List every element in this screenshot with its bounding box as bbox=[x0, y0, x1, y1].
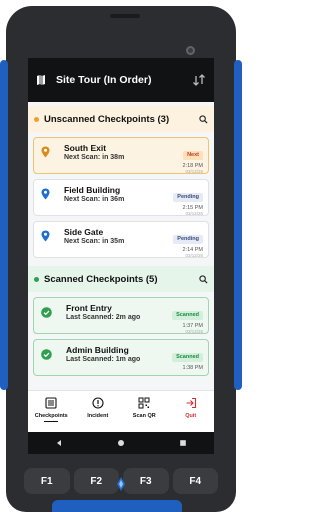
scanned-section-header[interactable]: Scanned Checkpoints (5) bbox=[28, 266, 214, 292]
unscanned-section-header[interactable]: Unscanned Checkpoints (3) bbox=[28, 106, 214, 132]
location-pin-icon bbox=[41, 146, 50, 158]
recents-icon[interactable] bbox=[179, 439, 187, 447]
page-title: Site Tour (In Order) bbox=[56, 74, 152, 86]
checkpoint-date: 03/12/26 bbox=[185, 211, 203, 216]
unscanned-section-title: Unscanned Checkpoints (3) bbox=[44, 113, 170, 125]
sort-icon[interactable] bbox=[192, 73, 206, 87]
map-icon[interactable] bbox=[36, 74, 46, 86]
back-icon[interactable] bbox=[55, 439, 63, 447]
home-icon[interactable] bbox=[117, 439, 125, 447]
status-badge: Scanned bbox=[172, 311, 203, 320]
checkpoint-card[interactable]: Front Entry Last Scanned: 2m ago Scanned… bbox=[33, 297, 209, 334]
nav-incident[interactable]: Incident bbox=[75, 391, 122, 432]
checkpoint-card[interactable]: Field Building Next Scan: in 36m Pending… bbox=[33, 179, 209, 216]
app-header: Site Tour (In Order) bbox=[28, 58, 214, 102]
checkpoint-next-scan: Next Scan: in 38m bbox=[64, 154, 125, 161]
bottom-bumper bbox=[52, 500, 182, 512]
search-icon[interactable] bbox=[199, 114, 208, 124]
location-pin-icon bbox=[41, 188, 50, 200]
nav-label-incident: Incident bbox=[87, 413, 109, 419]
checkpoint-next-scan: Next Scan: in 36m bbox=[64, 196, 125, 203]
active-indicator bbox=[44, 421, 59, 422]
checkpoint-date: 03/12/26 bbox=[185, 169, 203, 174]
qr-code-icon bbox=[138, 397, 150, 409]
bottom-nav: Checkpoints Incident Scan QR Quit bbox=[28, 390, 214, 432]
status-badge: Pending bbox=[173, 193, 203, 202]
checkpoint-name: Side Gate bbox=[64, 227, 104, 237]
checkpoint-card[interactable]: Admin Building Last Scanned: 1m ago Scan… bbox=[33, 339, 209, 376]
scan-trigger-icon[interactable] bbox=[113, 476, 129, 492]
right-side-button[interactable] bbox=[234, 60, 242, 390]
nav-checkpoints[interactable]: Checkpoints bbox=[28, 391, 75, 432]
checkpoint-name: Front Entry bbox=[66, 303, 112, 313]
camera-lens bbox=[186, 46, 195, 55]
status-badge: Pending bbox=[173, 235, 203, 244]
scanned-dot bbox=[34, 276, 39, 282]
f4-key[interactable]: F4 bbox=[172, 468, 218, 494]
checkpoint-card[interactable]: Side Gate Next Scan: in 35m Pending 2:14… bbox=[33, 221, 209, 258]
alert-circle-icon bbox=[92, 397, 104, 409]
f3-key[interactable]: F3 bbox=[123, 468, 169, 494]
speaker-grille bbox=[110, 14, 140, 18]
logout-icon bbox=[186, 397, 196, 409]
location-pin-icon bbox=[41, 230, 50, 242]
check-circle-icon bbox=[41, 349, 52, 360]
nav-scan-qr[interactable]: Scan QR bbox=[121, 391, 168, 432]
checkpoint-time: 1:38 PM bbox=[182, 365, 203, 371]
device-screen: Site Tour (In Order) Unscanned Checkpoin… bbox=[28, 58, 214, 454]
checkpoint-name: Admin Building bbox=[66, 345, 129, 355]
nav-label-quit: Quit bbox=[185, 413, 197, 419]
checkpoint-name: Field Building bbox=[64, 185, 121, 195]
checkpoint-date: 03/12/26 bbox=[185, 329, 203, 334]
system-nav-bar bbox=[28, 432, 214, 454]
search-icon[interactable] bbox=[199, 274, 208, 284]
status-badge: Scanned bbox=[172, 353, 203, 362]
checkpoint-next-scan: Next Scan: in 35m bbox=[64, 238, 125, 245]
list-icon bbox=[45, 397, 57, 409]
left-side-button[interactable] bbox=[0, 60, 8, 390]
status-badge: Next bbox=[183, 151, 203, 160]
checkpoint-last-scanned: Last Scanned: 2m ago bbox=[66, 314, 141, 321]
checkpoint-card[interactable]: South Exit Next Scan: in 38m Next 2:18 P… bbox=[33, 137, 209, 174]
checkpoint-name: South Exit bbox=[64, 143, 107, 153]
checkpoint-date: 03/12/26 bbox=[185, 253, 203, 258]
nav-quit[interactable]: Quit bbox=[168, 391, 215, 432]
unscanned-dot bbox=[34, 116, 39, 122]
check-circle-icon bbox=[41, 307, 52, 318]
nav-label-scan-qr: Scan QR bbox=[132, 413, 156, 419]
f1-key[interactable]: F1 bbox=[24, 468, 70, 494]
checkpoint-last-scanned: Last Scanned: 1m ago bbox=[66, 356, 141, 363]
nav-label-checkpoints: Checkpoints bbox=[34, 413, 68, 419]
scanned-section-title: Scanned Checkpoints (5) bbox=[44, 273, 158, 285]
